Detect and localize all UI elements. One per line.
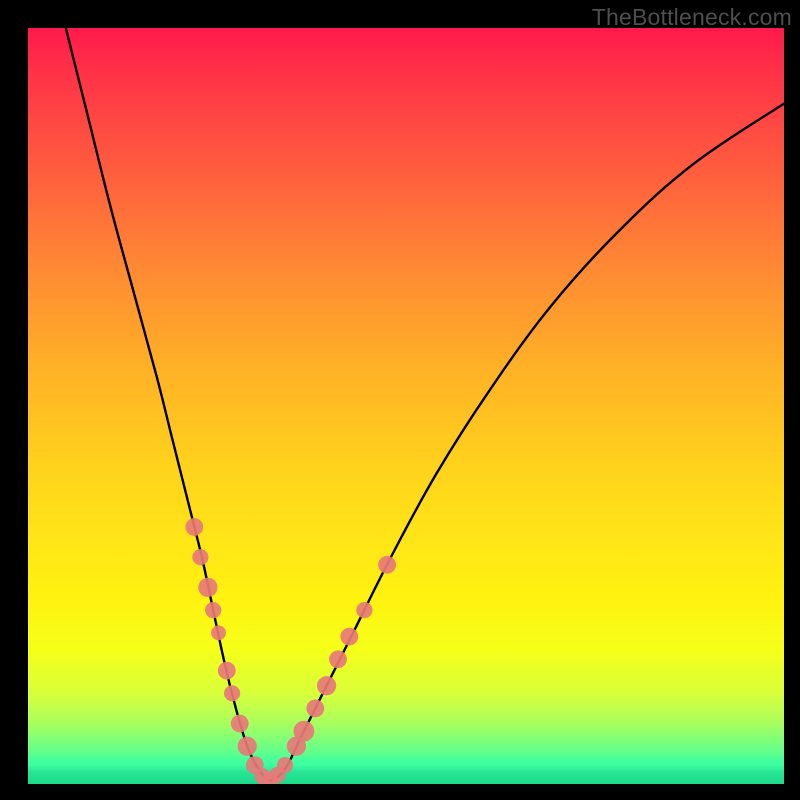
marker-dot bbox=[238, 737, 257, 756]
marker-dot bbox=[329, 650, 347, 668]
marker-dot bbox=[277, 757, 293, 773]
marker-dot bbox=[340, 628, 358, 646]
marker-dot bbox=[205, 602, 221, 618]
marker-dot bbox=[224, 685, 240, 701]
marker-dot bbox=[317, 676, 336, 695]
marker-dot bbox=[198, 578, 217, 597]
marker-dot bbox=[231, 715, 249, 733]
marker-dot bbox=[211, 625, 226, 640]
marker-dot bbox=[192, 549, 208, 565]
watermark-text: TheBottleneck.com bbox=[592, 4, 792, 31]
marker-dot bbox=[218, 662, 236, 680]
marker-dot bbox=[378, 556, 396, 574]
bottleneck-curve bbox=[66, 28, 784, 780]
marker-dot bbox=[306, 700, 324, 718]
curve-layer bbox=[28, 28, 784, 784]
marker-dot bbox=[185, 518, 203, 536]
marker-dot bbox=[294, 721, 315, 742]
chart-frame: TheBottleneck.com bbox=[0, 0, 800, 800]
curve-markers bbox=[185, 518, 396, 784]
marker-dot bbox=[356, 602, 372, 618]
plot-area bbox=[28, 28, 784, 784]
